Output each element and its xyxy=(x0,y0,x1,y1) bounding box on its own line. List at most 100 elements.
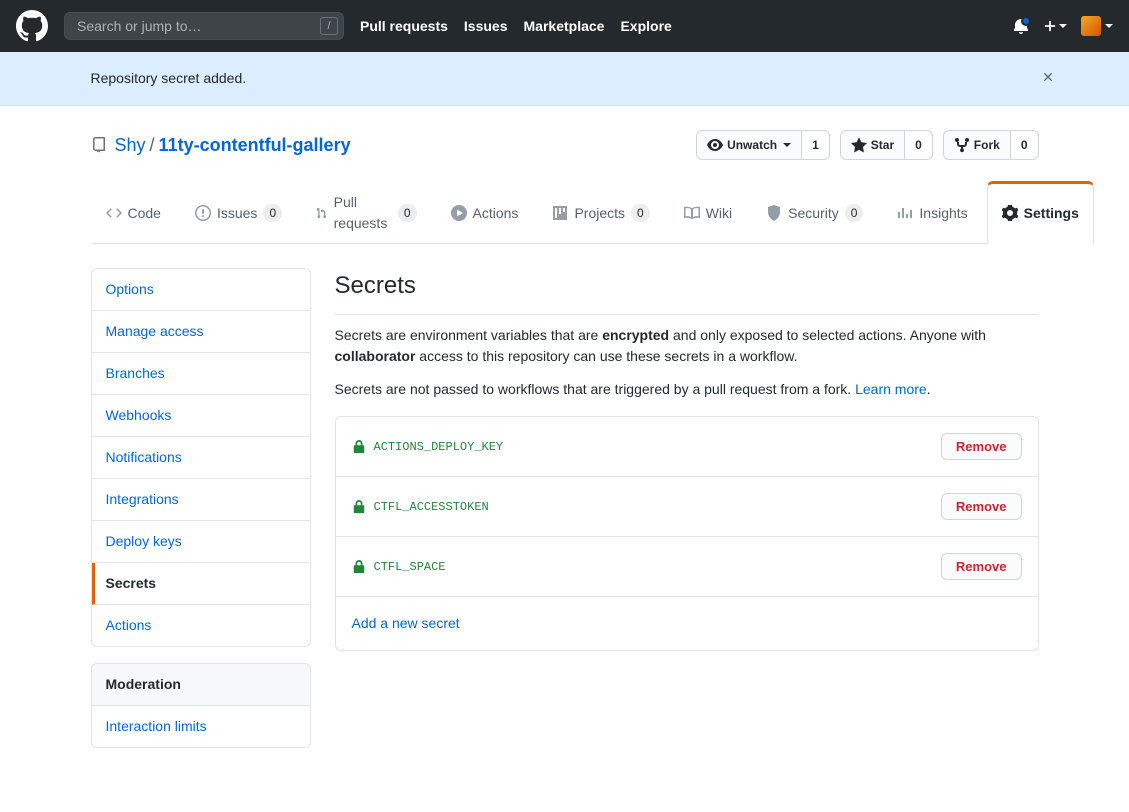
shield-icon xyxy=(766,205,782,221)
desc-bold: encrypted xyxy=(602,327,669,343)
nav-marketplace[interactable]: Marketplace xyxy=(524,16,605,37)
unwatch-button[interactable]: Unwatch xyxy=(697,131,802,159)
project-icon xyxy=(552,205,568,221)
star-label: Star xyxy=(871,136,894,154)
remove-button[interactable]: Remove xyxy=(941,553,1022,580)
repo-title: Shy / 11ty-contentful-gallery xyxy=(91,132,351,159)
graph-icon xyxy=(897,205,913,221)
search-slash-icon: / xyxy=(320,17,338,35)
repo-name-link[interactable]: 11ty-contentful-gallery xyxy=(159,135,351,155)
sidebar-item-webhooks[interactable]: Webhooks xyxy=(92,395,310,437)
flash-close-button[interactable] xyxy=(1041,68,1055,92)
avatar-icon xyxy=(1081,16,1101,36)
sidebar-item-interaction-limits[interactable]: Interaction limits xyxy=(92,706,310,747)
repo-actions: Unwatch 1 Star 0 Fork 0 xyxy=(696,130,1038,160)
secret-name: CTFL_ACCESSTOKEN xyxy=(352,498,489,516)
fork-button-group: Fork 0 xyxy=(943,130,1039,160)
tab-label: Pull requests xyxy=(334,192,392,234)
nav-explore[interactable]: Explore xyxy=(620,16,671,37)
tab-label: Projects xyxy=(574,203,625,224)
tab-label: Insights xyxy=(919,203,967,224)
fork-button[interactable]: Fork xyxy=(944,131,1011,159)
page-description: Secrets are environment variables that a… xyxy=(335,325,1039,400)
nav-issues[interactable]: Issues xyxy=(464,16,508,37)
tab-insights[interactable]: Insights xyxy=(882,181,982,244)
count-badge: 0 xyxy=(263,204,282,222)
repo-header: Shy / 11ty-contentful-gallery Unwatch 1 … xyxy=(91,106,1039,160)
global-nav: Pull requests Issues Marketplace Explore xyxy=(360,16,672,37)
tab-projects[interactable]: Projects 0 xyxy=(537,181,664,244)
desc-text: Secrets are not passed to workflows that… xyxy=(335,381,856,397)
sidebar-item-manage-access[interactable]: Manage access xyxy=(92,311,310,353)
tab-code[interactable]: Code xyxy=(91,181,176,244)
user-menu[interactable] xyxy=(1081,16,1113,36)
caret-down-icon xyxy=(1105,24,1113,28)
tab-wiki[interactable]: Wiki xyxy=(669,181,747,244)
add-secret-row: Add a new secret xyxy=(336,597,1038,650)
secret-name: CTFL_SPACE xyxy=(352,558,446,576)
add-new-secret-link[interactable]: Add a new secret xyxy=(352,615,460,631)
secret-row: CTFL_SPACE Remove xyxy=(336,537,1038,597)
repo-nav: Code Issues 0 Pull requests 0 Actions Pr… xyxy=(91,180,1039,244)
star-button-group: Star 0 xyxy=(840,130,933,160)
watch-label: Unwatch xyxy=(727,136,777,154)
desc-text: Secrets are environment variables that a… xyxy=(335,327,603,343)
search-wrap: / xyxy=(64,12,344,40)
search-input[interactable] xyxy=(64,12,344,40)
lock-icon xyxy=(352,440,366,454)
secret-name-text: ACTIONS_DEPLOY_KEY xyxy=(374,438,504,456)
tab-settings[interactable]: Settings xyxy=(987,181,1094,244)
secrets-list: ACTIONS_DEPLOY_KEY Remove CTFL_ACCESSTOK… xyxy=(335,416,1039,651)
repo-owner-link[interactable]: Shy xyxy=(115,132,146,159)
main-content: Secrets Secrets are environment variable… xyxy=(335,268,1039,764)
watch-count[interactable]: 1 xyxy=(802,131,829,159)
tab-actions[interactable]: Actions xyxy=(436,181,534,244)
flash-message: Repository secret added. xyxy=(91,70,247,86)
sidebar-item-deploy-keys[interactable]: Deploy keys xyxy=(92,521,310,563)
play-icon xyxy=(451,205,467,221)
header-right xyxy=(1013,16,1113,36)
sidebar-item-branches[interactable]: Branches xyxy=(92,353,310,395)
tab-label: Wiki xyxy=(706,203,732,224)
tab-issues[interactable]: Issues 0 xyxy=(180,181,297,244)
tab-pull-requests[interactable]: Pull requests 0 xyxy=(301,181,431,244)
star-icon xyxy=(851,137,867,153)
tab-label: Code xyxy=(128,203,161,224)
desc-bold: collaborator xyxy=(335,348,416,364)
desc-text: access to this repository can use these … xyxy=(415,348,797,364)
sidebar-item-notifications[interactable]: Notifications xyxy=(92,437,310,479)
desc-text: . xyxy=(927,381,931,397)
star-button[interactable]: Star xyxy=(841,131,905,159)
secret-name: ACTIONS_DEPLOY_KEY xyxy=(352,438,504,456)
lock-icon xyxy=(352,560,366,574)
fork-count[interactable]: 0 xyxy=(1011,131,1038,159)
remove-button[interactable]: Remove xyxy=(941,433,1022,460)
eye-icon xyxy=(707,137,723,153)
tab-label: Issues xyxy=(217,203,257,224)
caret-down-icon xyxy=(1059,24,1067,28)
secret-row: ACTIONS_DEPLOY_KEY Remove xyxy=(336,417,1038,477)
moderation-menu: Moderation Interaction limits xyxy=(91,663,311,748)
secret-name-text: CTFL_SPACE xyxy=(374,558,446,576)
github-logo-icon[interactable] xyxy=(16,10,48,42)
book-icon xyxy=(684,205,700,221)
create-new-dropdown[interactable] xyxy=(1043,19,1067,33)
sidebar-item-options[interactable]: Options xyxy=(92,269,310,311)
notifications-icon[interactable] xyxy=(1013,18,1029,34)
secret-name-text: CTFL_ACCESSTOKEN xyxy=(374,498,489,516)
lock-icon xyxy=(352,500,366,514)
star-count[interactable]: 0 xyxy=(905,131,932,159)
tab-security[interactable]: Security 0 xyxy=(751,181,878,244)
remove-button[interactable]: Remove xyxy=(941,493,1022,520)
sidebar-item-secrets[interactable]: Secrets xyxy=(92,563,310,605)
nav-pull-requests[interactable]: Pull requests xyxy=(360,16,448,37)
learn-more-link[interactable]: Learn more xyxy=(855,381,927,397)
sidebar-item-actions[interactable]: Actions xyxy=(92,605,310,646)
repo-icon xyxy=(91,137,107,153)
desc-text: and only exposed to selected actions. An… xyxy=(669,327,986,343)
sidebar-item-integrations[interactable]: Integrations xyxy=(92,479,310,521)
repo-separator: / xyxy=(150,132,155,159)
tab-label: Actions xyxy=(473,203,519,224)
flash-banner: Repository secret added. xyxy=(0,52,1129,106)
count-badge: 0 xyxy=(845,204,864,222)
